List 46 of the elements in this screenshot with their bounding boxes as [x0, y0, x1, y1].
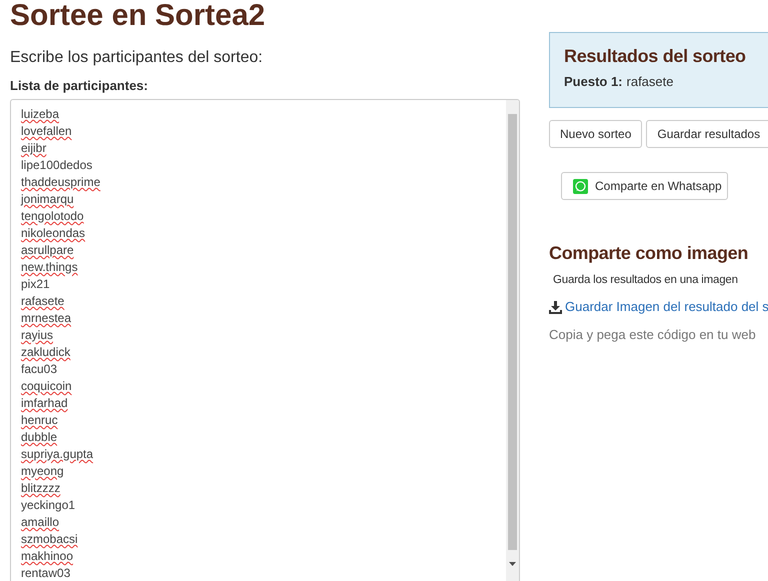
- chat-bubble-icon: [573, 178, 588, 194]
- participant-name: pix21: [21, 277, 50, 292]
- participant-name: amaillo: [21, 515, 60, 530]
- participant-name: szmobacsi: [21, 532, 78, 547]
- download-link[interactable]: Guardar Imagen del resultado del s: [565, 297, 768, 317]
- participant-name: rafasete: [21, 294, 64, 309]
- participant-name: myeong: [21, 464, 64, 479]
- participant-name: zakludick: [21, 345, 70, 360]
- action-button[interactable]: Guardar resultados: [646, 120, 768, 148]
- participant-name: rayius: [21, 328, 54, 343]
- section-heading: Comparte como imagen: [549, 242, 750, 265]
- place-label: Puesto 1:: [564, 73, 623, 91]
- participant-name: new.things: [21, 260, 78, 275]
- participant-name: luizeba: [21, 107, 60, 122]
- page-title: Sortee en Sortea2: [9, 0, 266, 34]
- participant-name: makhinoo: [21, 549, 74, 564]
- field-label: Lista de participantes:: [10, 77, 149, 94]
- hint-text: Copia y pega este código en tu web: [549, 326, 757, 344]
- participant-name: imfarhad: [21, 396, 68, 411]
- participant-name: tengolotodo: [21, 209, 84, 224]
- scroll-down-icon[interactable]: [509, 562, 516, 566]
- participant-name: henruc: [21, 413, 58, 428]
- participant-name: asrullpare: [21, 243, 74, 258]
- action-button[interactable]: Nuevo sorteo: [549, 120, 642, 148]
- participant-name: coquicoin: [21, 379, 72, 394]
- whatsapp-button[interactable]: Comparte en Whatsapp: [561, 172, 728, 200]
- participant-name: blitzzzz: [21, 481, 60, 496]
- participant-name: facu03: [21, 362, 58, 377]
- scrollbar[interactable]: [506, 100, 519, 581]
- participant-name: jonimarqu: [21, 192, 74, 207]
- participant-name: lovefallen: [21, 124, 72, 139]
- participant-name: lipe100dedos: [21, 158, 92, 173]
- scrollbar-thumb[interactable]: [508, 114, 517, 550]
- download-icon: [549, 300, 562, 314]
- participant-name: eijibr: [21, 141, 46, 156]
- participant-name: nikoleondas: [21, 226, 86, 241]
- results-title: Resultados del sorteo: [564, 45, 747, 68]
- form-heading: Escribe los participantes del sorteo:: [10, 48, 264, 68]
- description-text: Guarda los resultados en una imagen: [552, 273, 739, 288]
- participant-name: rentaw03: [21, 566, 70, 581]
- participant-name: yeckingo1: [21, 498, 76, 513]
- participant-name: mrnestea: [21, 311, 72, 326]
- participant-name: supriya.gupta: [21, 447, 94, 462]
- participant-name: thaddeusprime: [21, 175, 100, 190]
- winner-name: rafasete: [626, 73, 674, 91]
- participant-name: dubble: [21, 430, 58, 445]
